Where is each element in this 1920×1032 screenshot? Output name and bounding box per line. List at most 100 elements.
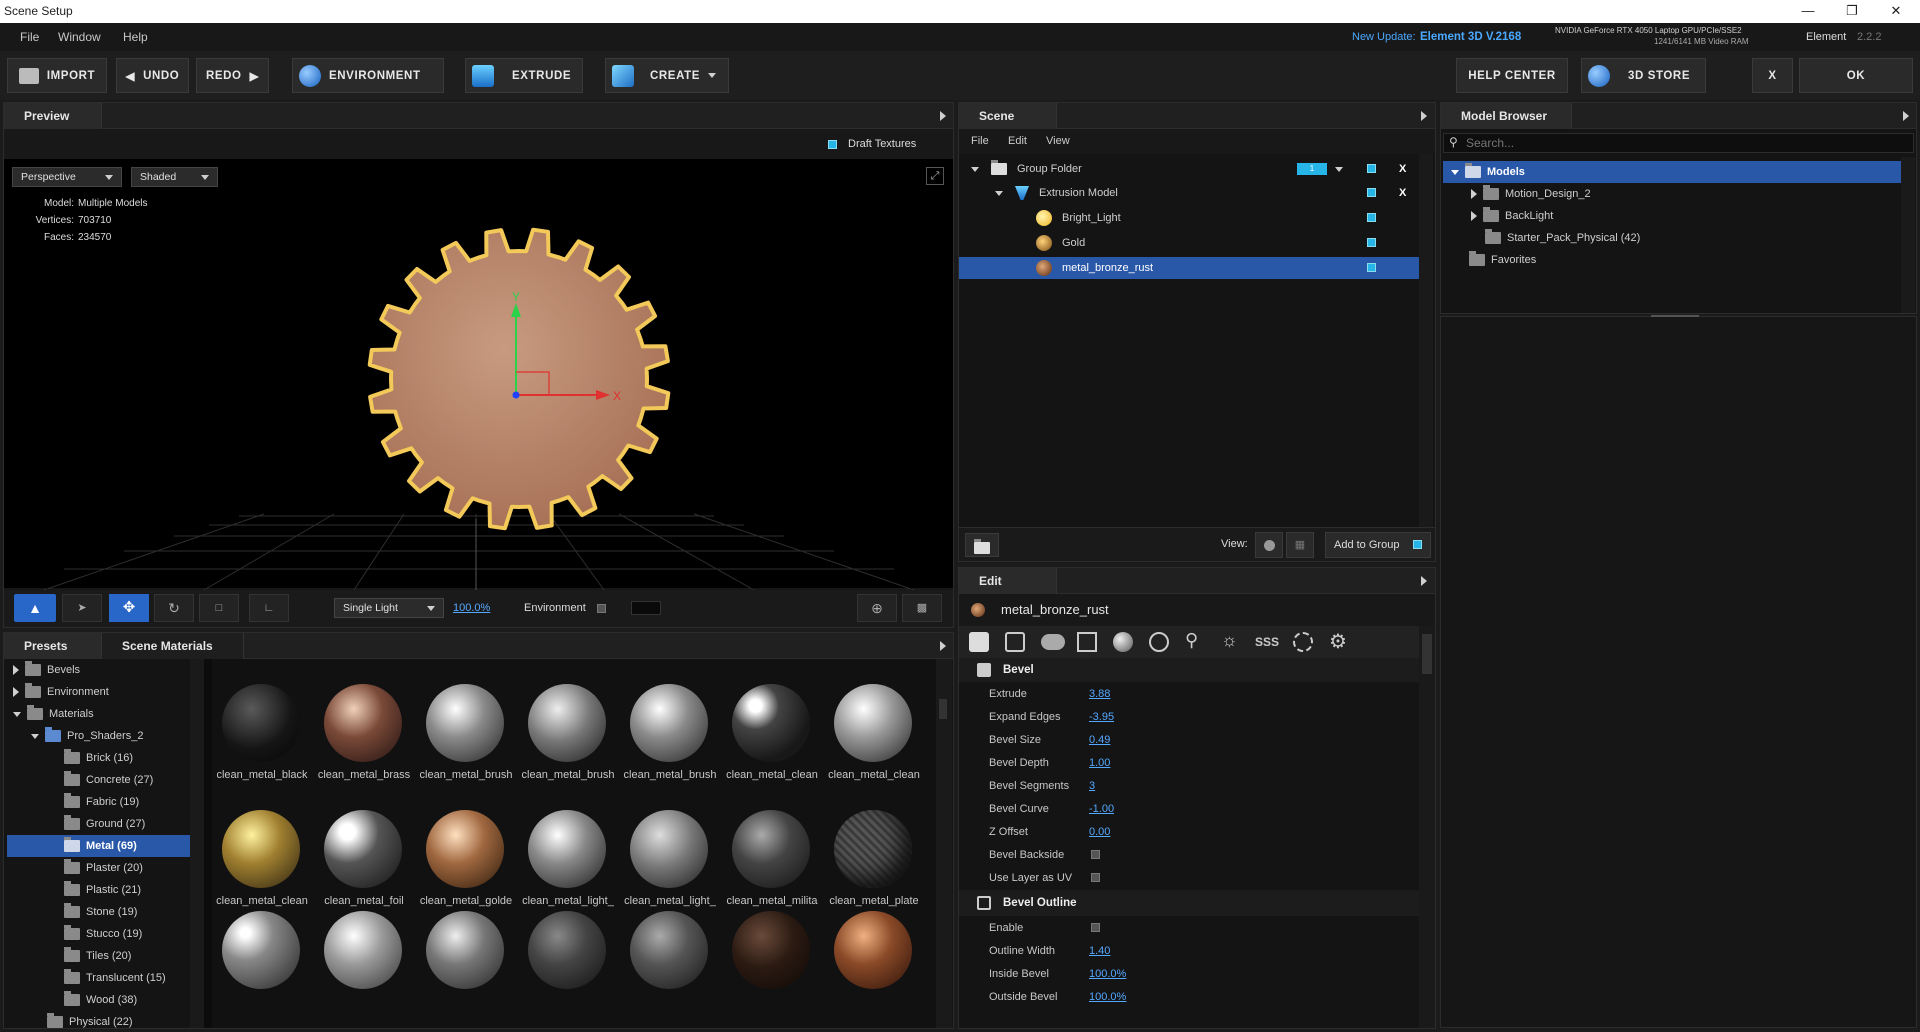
new-folder-icon[interactable] [965, 533, 999, 557]
select-tool-icon[interactable]: ➤ [62, 594, 102, 622]
scene-row-metal-bronze-rust[interactable]: metal_bronze_rust [959, 257, 1419, 279]
help-center-button[interactable]: HELP CENTER [1456, 58, 1568, 93]
scene-row-group-folder[interactable]: Group Folder 1 X [959, 158, 1419, 180]
material-card[interactable] [222, 810, 300, 888]
visibility-checkbox[interactable] [1367, 238, 1376, 247]
rotate-tool-icon[interactable]: ↻ [154, 594, 194, 622]
edit-scrollbar[interactable] [1419, 626, 1435, 1028]
illumination-tab-icon[interactable] [1293, 632, 1313, 652]
menu-help[interactable]: Help [123, 30, 148, 44]
camera-tool-icon[interactable]: ▲ [14, 594, 56, 622]
preset-row-translucent[interactable]: Translucent (15) [4, 967, 166, 989]
collapse-arrow-icon[interactable] [1421, 111, 1427, 121]
browser-row-models[interactable]: Models [1443, 161, 1901, 183]
undo-button[interactable]: ◀ UNDO [116, 58, 189, 93]
preset-row-tiles[interactable]: Tiles (20) [4, 945, 131, 967]
view-solid-icon[interactable] [1255, 532, 1283, 558]
material-card[interactable] [528, 911, 606, 989]
scene-scrollbar[interactable] [1419, 154, 1433, 527]
collapse-arrow-icon[interactable] [940, 111, 946, 121]
preset-row-stucco[interactable]: Stucco (19) [4, 923, 142, 945]
scene-menu-file[interactable]: File [971, 135, 989, 147]
minimize-icon[interactable]: — [1786, 0, 1830, 23]
splitter[interactable] [204, 659, 212, 1028]
material-card[interactable] [732, 911, 810, 989]
viewport[interactable]: Perspective Shaded Model: Vertices: Face… [4, 159, 953, 590]
ok-button[interactable]: OK [1799, 58, 1913, 93]
sss-tab-icon[interactable]: SSS [1255, 635, 1279, 649]
delete-icon[interactable]: X [1399, 182, 1406, 204]
restore-icon[interactable]: ❐ [1830, 0, 1874, 23]
add-to-group-checkbox[interactable] [1413, 540, 1422, 549]
preset-row-brick[interactable]: Brick (16) [4, 747, 133, 769]
browser-row-starter-pack[interactable]: Starter_Pack_Physical (42) [1443, 227, 1901, 249]
tab-edit[interactable]: Edit [959, 568, 1057, 594]
environment-swatch[interactable] [631, 601, 661, 615]
collapse-arrow-icon[interactable] [1421, 576, 1427, 586]
material-card[interactable] [630, 911, 708, 989]
target-icon[interactable]: ⊕ [857, 594, 897, 622]
material-card[interactable] [222, 911, 300, 989]
material-card[interactable] [426, 684, 504, 762]
scene-menu-edit[interactable]: Edit [1008, 135, 1027, 147]
draft-textures-checkbox[interactable] [828, 140, 837, 149]
material-card[interactable] [324, 684, 402, 762]
menu-file[interactable]: File [20, 30, 39, 44]
preset-row-fabric[interactable]: Fabric (19) [4, 791, 139, 813]
cancel-button[interactable]: X [1752, 58, 1793, 93]
preset-row-concrete[interactable]: Concrete (27) [4, 769, 153, 791]
preset-row-environment[interactable]: Environment [4, 681, 109, 703]
material-card[interactable] [324, 911, 402, 989]
preset-row-bevels[interactable]: Bevels [4, 659, 80, 681]
preset-row-physical[interactable]: Physical (22) [4, 1011, 133, 1028]
visibility-checkbox[interactable] [1367, 188, 1376, 197]
material-card[interactable] [528, 810, 606, 888]
extrude-button[interactable]: EXTRUDE [465, 58, 583, 93]
material-grid-scrollbar[interactable] [936, 659, 952, 1028]
material-card[interactable] [834, 684, 912, 762]
light-mode-dropdown[interactable]: Single Light [334, 598, 444, 618]
preset-row-materials[interactable]: Materials [4, 703, 94, 725]
search-input[interactable] [1466, 135, 1906, 151]
scene-row-extrusion-model[interactable]: Extrusion Model X [959, 182, 1419, 204]
tab-preview[interactable]: Preview [4, 103, 102, 129]
light-bulb-tab-icon[interactable]: ☼ [1221, 630, 1238, 651]
group-dropdown-icon[interactable] [1335, 167, 1343, 172]
browser-row-motion-design[interactable]: Motion_Design_2 [1443, 183, 1901, 205]
move-tool-icon[interactable]: ✥ [109, 594, 149, 622]
menu-window[interactable]: Window [58, 30, 101, 44]
scene-menu-view[interactable]: View [1046, 135, 1070, 147]
preset-row-wood[interactable]: Wood (38) [4, 989, 137, 1011]
presets-tree-scrollbar[interactable] [190, 659, 204, 1028]
material-card[interactable] [630, 810, 708, 888]
axis-tool-icon[interactable]: ∟ [249, 594, 289, 622]
material-card[interactable] [732, 684, 810, 762]
use-layer-uv-checkbox[interactable] [1091, 873, 1100, 882]
splitter-handle[interactable] [1651, 315, 1699, 317]
reflection-tab-icon[interactable] [1149, 632, 1169, 652]
bevel-section-header[interactable]: Bevel [959, 658, 1419, 682]
environment-button[interactable]: ENVIRONMENT [292, 58, 444, 93]
material-card[interactable] [630, 684, 708, 762]
material-card[interactable] [528, 684, 606, 762]
collapse-arrow-icon[interactable] [940, 641, 946, 651]
tab-model-browser[interactable]: Model Browser [1441, 103, 1572, 129]
visibility-checkbox[interactable] [1367, 263, 1376, 272]
model-search[interactable]: ⚲ [1443, 133, 1914, 153]
light-intensity-value[interactable]: 100.0% [453, 602, 490, 614]
create-button[interactable]: CREATE [605, 58, 729, 93]
browser-row-favorites[interactable]: Favorites [1443, 249, 1901, 271]
tab-scene-materials[interactable]: Scene Materials [102, 633, 244, 659]
visibility-checkbox[interactable] [1367, 164, 1376, 173]
material-card[interactable] [426, 810, 504, 888]
material-card[interactable] [732, 810, 810, 888]
preset-row-ground[interactable]: Ground (27) [4, 813, 145, 835]
outline-enable-checkbox[interactable] [1091, 923, 1100, 932]
material-card[interactable] [834, 810, 912, 888]
scene-row-bright-light[interactable]: Bright_Light [959, 207, 1419, 229]
texture-tab-icon[interactable] [1077, 632, 1097, 652]
delete-icon[interactable]: X [1399, 158, 1406, 180]
material-tab-icon[interactable] [1113, 632, 1133, 652]
update-version-link[interactable]: Element 3D V.2168 [1420, 31, 1521, 43]
bevel-tab-icon[interactable] [969, 632, 989, 652]
